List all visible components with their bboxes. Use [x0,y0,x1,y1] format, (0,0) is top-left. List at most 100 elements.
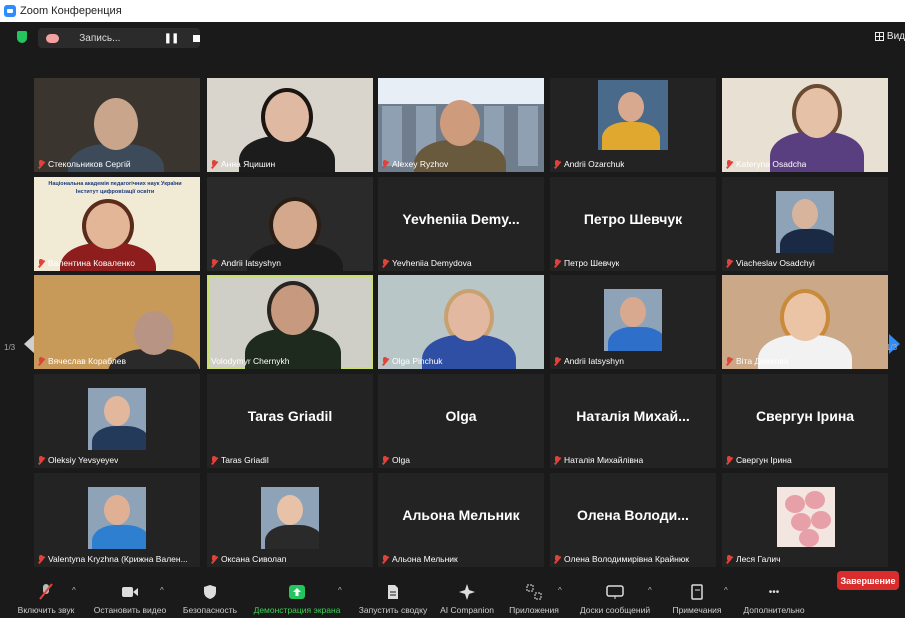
mic-muted-icon [38,159,44,169]
notes-options-caret[interactable]: ^ [724,586,728,595]
mic-muted-icon [726,356,732,366]
stop-recording-icon[interactable] [193,34,200,42]
whiteboards-button[interactable]: Доски сообщений [574,583,656,615]
participant-tile[interactable]: Леся Галич [722,473,888,567]
participant-face [277,495,303,525]
mic-muted-icon [211,554,217,564]
participant-tile[interactable]: Наталія Михай... Наталія Михайлівна [550,374,716,468]
apps-button[interactable]: Приложения [506,583,562,615]
participant-tile[interactable]: Анна Яцишин [207,78,373,172]
whiteboards-options-caret[interactable]: ^ [648,586,652,595]
share-options-caret[interactable]: ^ [338,586,342,595]
participant-name: Оксана Сиволап [221,554,287,564]
participant-tile[interactable]: Yevheniia Demy... Yevheniia Demydova [378,177,544,271]
audio-options-caret[interactable]: ^ [72,586,76,595]
view-label: Вид [886,31,905,42]
participant-tile[interactable]: Viacheslav Osadchyi [722,177,888,271]
share-screen-icon [289,585,305,599]
participant-face [784,293,826,341]
participant-name-label: Oleksiy Yevsyeyev [38,455,118,465]
participant-name: Віта Демкова [736,356,789,366]
participant-tile[interactable]: Andrii Ozarchuk [550,78,716,172]
participant-tile[interactable]: Стекольников Сергій [34,78,200,172]
start-summary-button[interactable]: Запустить сводку [354,583,432,615]
participant-tile[interactable]: Olga Olga [378,374,544,468]
rose-flower [785,495,805,513]
participant-tile[interactable]: Kateryna Osadcha [722,78,888,172]
participant-tile[interactable]: Петро Шевчук Петро Шевчук [550,177,716,271]
participant-display-name: Yevheniia Demy... [402,211,520,227]
participant-name-label: Yevheniia Demydova [382,258,472,268]
participant-tile[interactable]: Andrii Iatsyshyn [207,177,373,271]
participant-name-label: Volodymyr Chernykh [211,356,289,366]
server-rack [518,106,538,166]
mic-muted-icon [38,356,44,366]
participant-tile[interactable]: Volodymyr Chernykh [207,275,373,369]
participant-name-label: Kateryna Osadcha [726,159,806,169]
participant-face [792,199,818,229]
participant-name-label: Andrii Ozarchuk [554,159,624,169]
participant-name: Alexey Ryzhov [392,159,449,169]
participant-tile[interactable]: Taras Griadil Taras Griadil [207,374,373,468]
participant-tile[interactable]: Oleksiy Yevsyeyev [34,374,200,468]
share-screen-button[interactable]: Демонстрация экрана [248,583,346,615]
participant-tile[interactable]: Оксана Сиволап [207,473,373,567]
mic-muted-icon [554,455,560,465]
participant-face [796,88,838,138]
participant-name-label: Олена Володимирівна Крайнюк [554,554,689,564]
participant-name-label: Andrii Iatsyshyn [554,356,624,366]
apps-options-caret[interactable]: ^ [558,586,562,595]
participant-video [604,289,662,351]
participant-face [440,100,480,146]
participant-tile[interactable]: Альона Мельник Альона Мельник [378,473,544,567]
end-meeting-button[interactable]: Завершение [837,571,899,590]
participant-name-label: Наталія Михайлівна [554,455,643,465]
mic-muted-icon [39,583,53,600]
participant-name: Yevheniia Demydova [392,258,472,268]
participant-name-label: Taras Griadil [211,455,269,465]
whiteboard-icon [606,585,624,599]
participant-tile[interactable]: Andrii Iatsyshyn [550,275,716,369]
participant-tile[interactable]: Вячеслав Кораблев [34,275,200,369]
participant-name-label: Andrii Iatsyshyn [211,258,281,268]
participant-tile[interactable]: Віта Демкова [722,275,888,369]
more-button[interactable]: ••• Дополнительно [736,583,812,616]
participant-display-name: Альона Мельник [402,507,520,523]
stop-video-button[interactable]: Остановить видео [90,583,170,615]
participant-tile[interactable]: Valentyna Kryzhna (Крижна Вален... [34,473,200,567]
participant-tile[interactable]: Alexey Ryzhov [378,78,544,172]
participant-video [598,80,668,150]
participant-tile[interactable]: Свергун Ірина Свергун Ірина [722,374,888,468]
pause-recording-icon[interactable]: ❚❚ [164,33,180,44]
video-options-caret[interactable]: ^ [160,586,164,595]
participant-name-label: Olga [382,455,410,465]
participant-video [776,191,834,253]
participant-tile[interactable]: Олена Володи... Олена Володимирівна Крайн… [550,473,716,567]
participant-display-name: Петро Шевчук [583,211,683,227]
summary-document-icon [388,585,398,599]
participant-name: Альона Мельник [392,554,458,564]
ai-companion-button[interactable]: AI Companion [436,583,498,615]
page-indicator-left: 1/3 [4,343,16,352]
view-button[interactable]: Вид [874,31,905,42]
participant-face [273,201,317,249]
notes-button[interactable]: Примечания [664,583,730,615]
security-button[interactable]: Безопасность [178,583,242,615]
cloud-record-icon [46,33,60,43]
encryption-shield-icon[interactable] [17,31,27,43]
participant-body [265,525,319,549]
participant-name-label: Леся Галич [726,554,781,564]
mic-muted-icon [554,554,560,564]
participant-body [780,229,834,253]
participant-name: Стекольников Сергій [48,159,131,169]
participant-name-label: Viacheslav Osadchyi [726,258,815,268]
mic-muted-icon [554,356,560,366]
participant-name: Петро Шевчук [564,258,620,268]
participant-tile[interactable]: Olga Pinchuk [378,275,544,369]
participant-name: Viacheslav Osadchyi [736,258,815,268]
participant-tile[interactable]: Національна академія педагогічних наук У… [34,177,200,271]
participant-name: Andrii Iatsyshyn [564,356,624,366]
participant-name-label: Петро Шевчук [554,258,619,268]
participant-display-name: Олена Володи... [577,507,689,523]
participant-name: Вячеслав Кораблев [48,356,126,366]
